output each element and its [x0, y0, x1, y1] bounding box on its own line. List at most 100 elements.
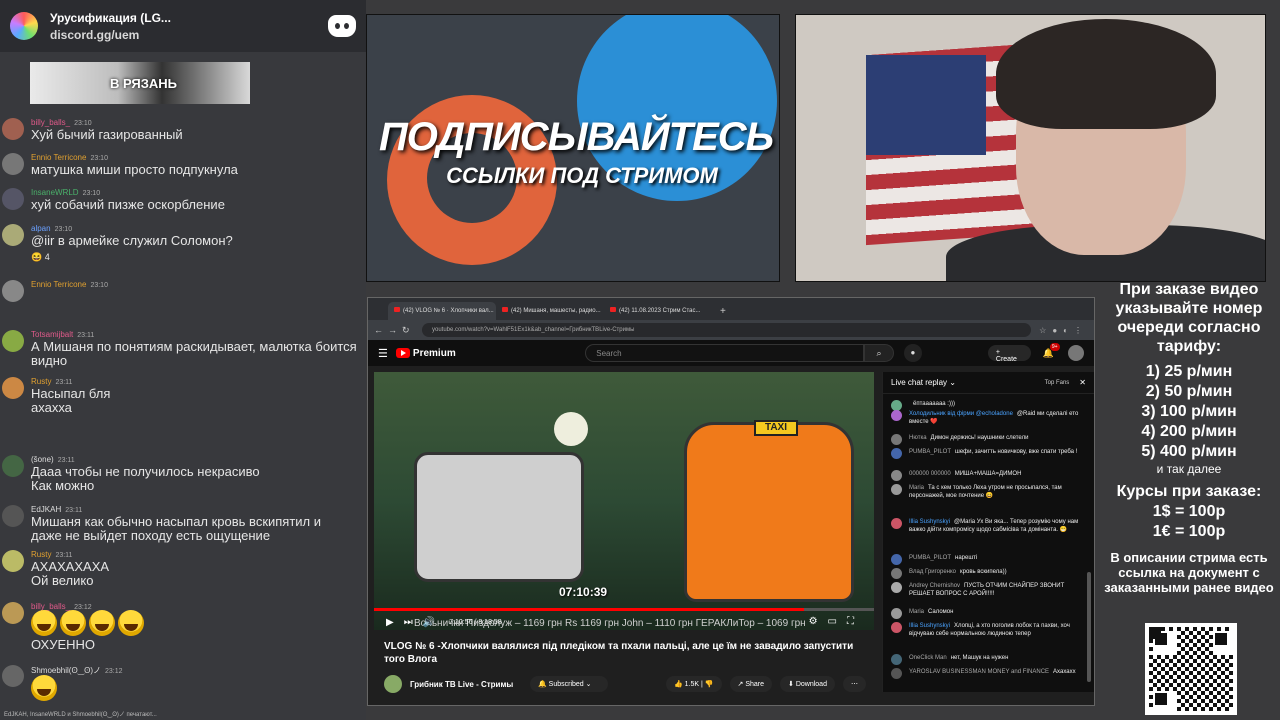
- chat-avatar[interactable]: [891, 448, 902, 459]
- username[interactable]: Rusty 23:11: [31, 377, 72, 386]
- search-input[interactable]: Search: [585, 344, 865, 362]
- player-right-controls[interactable]: ⚙▭⛶: [809, 616, 864, 627]
- close-icon[interactable]: ✕: [1079, 378, 1086, 387]
- live-chat-message: PUMBA_PILOT шефи, зачитть новичкову, вже …: [891, 448, 1083, 459]
- chat-author[interactable]: 000000 000000: [909, 471, 951, 477]
- user-avatar[interactable]: [2, 118, 24, 140]
- username[interactable]: EdJKAH 23:11: [31, 505, 82, 514]
- chat-text: кровь вскипела)): [960, 569, 1007, 575]
- user-avatar[interactable]: [2, 153, 24, 175]
- play-icon[interactable]: ▶: [386, 617, 394, 628]
- username[interactable]: (šone) 23:11: [31, 455, 75, 464]
- message-text: Насыпал бля: [31, 386, 111, 401]
- channel-name[interactable]: Грибник ТВ Live - Стримы: [410, 680, 530, 689]
- bell-icon[interactable]: 🔔 9+: [1043, 342, 1060, 359]
- chat-author[interactable]: YAROSLAV BUSINESSMAN MONEY and FINANCE: [909, 669, 1049, 675]
- chat-author[interactable]: PUMBA_PILOT: [909, 449, 951, 455]
- username[interactable]: billy_balls_ 23:10: [31, 118, 92, 127]
- chat-avatar[interactable]: [891, 608, 902, 619]
- chat-avatar[interactable]: [891, 434, 902, 445]
- chat-author[interactable]: Illia Sushynskyi: [909, 623, 950, 629]
- user-avatar[interactable]: [2, 188, 24, 210]
- user-avatar[interactable]: [2, 550, 24, 572]
- username[interactable]: Ennio Terricone 23:10: [31, 280, 108, 289]
- youtube-logo[interactable]: Premium: [395, 348, 545, 359]
- reload-icon[interactable]: ↻: [402, 325, 416, 336]
- more-button[interactable]: ⋯: [842, 676, 866, 692]
- url-field[interactable]: youtube.com/watch?v=WahlF51Ex1k&ab_chann…: [422, 323, 1032, 337]
- user-avatar[interactable]: [2, 455, 24, 477]
- chat-author[interactable]: Illia Sushynskyi: [909, 519, 950, 525]
- user-avatar[interactable]: [2, 224, 24, 246]
- download-button[interactable]: ⬇ Download: [780, 676, 835, 692]
- browser-tab[interactable]: (42) VLOG № 6 · Хлопчики вал...: [388, 302, 496, 320]
- user-avatar[interactable]: [2, 330, 24, 352]
- username[interactable]: InsaneWRLD 23:10: [31, 188, 100, 197]
- new-tab-button[interactable]: +: [712, 303, 734, 320]
- chat-author[interactable]: Maria: [909, 609, 924, 615]
- chat-author[interactable]: Нютка: [909, 435, 927, 441]
- chat-author[interactable]: OneClick Man: [909, 655, 947, 661]
- extension-icons[interactable]: ☆●◐⋮: [1039, 326, 1088, 335]
- next-icon[interactable]: ⏭: [404, 617, 413, 628]
- typing-indicator: EdJKAH, InsaneWRLD и Shmoebhil(ʘ‿ʘ)ノ печ…: [4, 712, 157, 718]
- user-avatar[interactable]: [2, 280, 24, 302]
- user-avatar[interactable]: [2, 505, 24, 527]
- sticker-caption: В РЯЗАНЬ: [110, 76, 177, 91]
- volume-icon[interactable]: 🔊: [423, 617, 435, 628]
- live-chat-message: Illia Sushynskyi @Maria Ух Ви яка... Тепе…: [891, 518, 1083, 534]
- like-button[interactable]: 👍 1.5K | 👎: [666, 676, 722, 692]
- chat-avatar[interactable]: [891, 470, 902, 481]
- channel-avatar[interactable]: [384, 675, 402, 693]
- progress-fill: [374, 608, 804, 611]
- user-avatar[interactable]: [2, 665, 24, 687]
- chat-avatar[interactable]: [891, 484, 902, 495]
- chat-author[interactable]: PUMBA_PILOT: [909, 555, 951, 561]
- message-text: ОХУЕННО: [31, 637, 96, 652]
- chat-avatar[interactable]: [891, 568, 902, 579]
- chat-author[interactable]: Влад Григоренко: [909, 569, 956, 575]
- mic-icon[interactable]: ●: [903, 344, 922, 362]
- browser-tab[interactable]: (42) 11.08.2023 Стрим Стас...: [604, 302, 712, 320]
- chat-avatar[interactable]: [891, 554, 902, 565]
- back-icon[interactable]: ←: [374, 325, 388, 335]
- chat-avatar[interactable]: [891, 654, 902, 665]
- username[interactable]: Rusty 23:11: [31, 550, 72, 559]
- browser-tab[interactable]: (42) Мишаня, машесты, радио...: [496, 302, 604, 320]
- subscribed-button[interactable]: 🔔 Subscribed ⌄: [530, 676, 608, 692]
- account-avatar[interactable]: [1068, 345, 1084, 361]
- progress-bar[interactable]: [374, 608, 874, 611]
- video-player[interactable]: TAXI 07:10:39 Вольнички Пиздолуж – 1169 …: [374, 372, 874, 630]
- create-button[interactable]: + Create: [987, 345, 1031, 363]
- live-chat-mode[interactable]: Live chat replay: [891, 378, 947, 387]
- chat-scrollbar[interactable]: [1087, 572, 1091, 682]
- username[interactable]: Totsamijbalt 23:11: [31, 330, 94, 339]
- chat-avatar[interactable]: [891, 668, 902, 679]
- video-title: VLOG № 6 -Хлопчики валялися під пледіком…: [384, 641, 854, 665]
- chat-avatar[interactable]: [891, 518, 902, 529]
- chat-author[interactable]: Холодильник від фірми @echoladone: [909, 411, 1013, 417]
- search-icon[interactable]: ⌕: [864, 344, 894, 362]
- laughing-emoji-icon: [118, 610, 144, 636]
- message-time: 23:11: [55, 379, 73, 386]
- live-chat-message: Illia Sushynskyi Хлопці, а хто поголив ло…: [891, 622, 1083, 638]
- chat-avatar[interactable]: [891, 622, 902, 633]
- server-invite[interactable]: discord.gg/uem: [50, 28, 328, 42]
- chat-author[interactable]: Andrey Chernishov: [909, 583, 960, 589]
- rate-item: 3) 100 р/мин: [1141, 403, 1237, 420]
- reaction-badge[interactable]: 😆 4: [31, 250, 50, 264]
- top-fans-label[interactable]: Top Fans: [1045, 380, 1070, 386]
- chat-avatar[interactable]: [891, 582, 902, 593]
- user-avatar[interactable]: [2, 602, 24, 624]
- and-more-text: и так далее: [1156, 462, 1222, 476]
- user-avatar[interactable]: [2, 377, 24, 399]
- chat-text: Димон держись! наушники слетели: [930, 435, 1029, 441]
- forward-icon[interactable]: →: [388, 325, 402, 335]
- menu-icon[interactable]: ☰: [378, 347, 396, 360]
- username[interactable]: alpan 23:10: [31, 224, 72, 233]
- youtube-tab-icon: [610, 307, 616, 312]
- chat-avatar[interactable]: [891, 410, 902, 421]
- share-button[interactable]: ↗ Share: [729, 676, 773, 692]
- username[interactable]: Ennio Terricone 23:10: [31, 153, 108, 162]
- chat-author[interactable]: Maria: [909, 485, 924, 491]
